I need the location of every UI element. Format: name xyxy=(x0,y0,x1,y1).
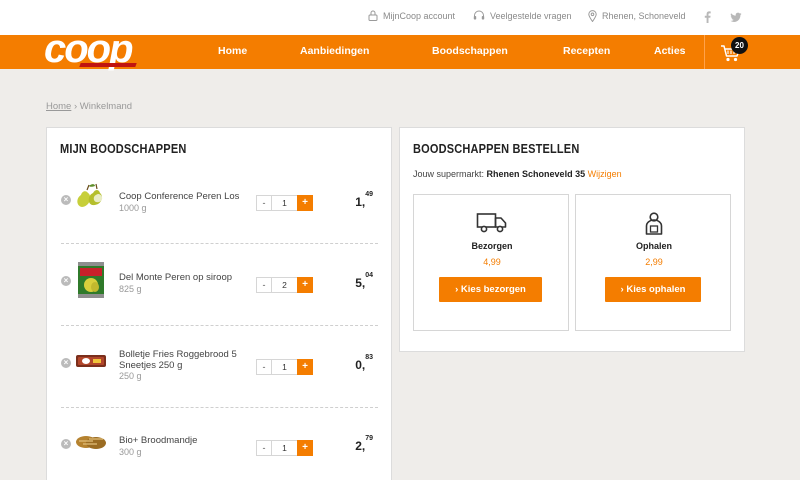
item-price: 2,79 xyxy=(355,435,373,455)
item-weight: 300 g xyxy=(119,447,142,457)
quantity-input[interactable]: 1 xyxy=(272,360,297,374)
decrease-button[interactable]: - xyxy=(257,360,272,374)
remove-item-icon[interactable]: × xyxy=(61,276,71,286)
delivery-option: Bezorgen 4,99 › Kies bezorgen xyxy=(413,194,569,331)
increase-button[interactable]: + xyxy=(297,195,313,211)
price-cents: 49 xyxy=(365,191,373,198)
price-cents: 04 xyxy=(365,272,373,279)
item-price: 5,04 xyxy=(355,272,373,292)
price-euro: 1, xyxy=(355,195,366,209)
cart-panel: MIJN BOODSCHAPPEN × Coop Conference Pere… xyxy=(46,127,392,480)
pickup-option: Ophalen 2,99 › Kies ophalen xyxy=(575,194,731,331)
item-price: 0,83 xyxy=(355,354,373,374)
logo-stripe xyxy=(79,63,137,67)
remove-item-icon[interactable]: × xyxy=(61,439,71,449)
decrease-button[interactable]: - xyxy=(257,441,272,455)
item-divider xyxy=(61,407,378,408)
faq-label: Veelgestelde vragen xyxy=(490,10,572,21)
faq-link[interactable]: Veelgestelde vragen xyxy=(473,10,572,21)
location-label: Rhenen, Schoneveld xyxy=(602,11,686,21)
quantity-input[interactable]: 1 xyxy=(272,441,297,455)
breadcrumb-separator: › xyxy=(73,101,78,112)
item-weight: 825 g xyxy=(119,284,142,294)
product-image-bread-basket xyxy=(74,432,108,457)
quantity-stepper: - 1 + xyxy=(256,195,313,211)
nav-recepten[interactable]: Recepten xyxy=(563,45,610,57)
truck-icon xyxy=(414,212,570,234)
remove-item-icon[interactable]: × xyxy=(61,358,71,368)
increase-button[interactable]: + xyxy=(297,359,313,375)
cart-title: MIJN BOODSCHAPPEN xyxy=(60,142,187,156)
quantity-input[interactable]: 2 xyxy=(272,278,297,292)
order-panel: BOODSCHAPPEN BESTELLEN Jouw supermarkt: … xyxy=(399,127,745,352)
lock-icon xyxy=(368,10,378,21)
breadcrumb-current: Winkelmand xyxy=(79,101,133,112)
breadcrumb-home[interactable]: Home xyxy=(46,101,71,112)
quantity-input[interactable]: 1 xyxy=(272,196,297,210)
nav-aanbiedingen[interactable]: Aanbiedingen xyxy=(300,45,369,57)
increase-button[interactable]: + xyxy=(297,440,313,456)
remove-item-icon[interactable]: × xyxy=(61,195,71,205)
quantity-stepper: - 1 + xyxy=(256,440,313,456)
decrease-button[interactable]: - xyxy=(257,196,272,210)
item-name[interactable]: Coop Conference Peren Los xyxy=(119,191,249,202)
item-name[interactable]: Bolletje Fries Roggebrood 5 Sneetjes 250… xyxy=(119,349,249,371)
store-name: Rhenen Schoneveld 35 xyxy=(486,169,586,179)
increase-button[interactable]: + xyxy=(297,277,313,293)
product-image-pears xyxy=(74,181,108,216)
headset-icon xyxy=(473,10,485,20)
item-weight: 1000 g xyxy=(119,203,147,213)
store-line: Jouw supermarkt: Rhenen Schoneveld 35 Wi… xyxy=(413,169,622,179)
quantity-stepper: - 1 + xyxy=(256,359,313,375)
pickup-person-icon xyxy=(576,212,732,236)
store-prefix: Jouw supermarkt: xyxy=(413,169,485,179)
delivery-price: 4,99 xyxy=(483,257,501,267)
price-cents: 79 xyxy=(365,435,373,442)
nav-home[interactable]: Home xyxy=(218,45,247,57)
price-cents: 83 xyxy=(365,354,373,361)
facebook-icon[interactable] xyxy=(704,10,711,28)
product-image-rye-bread xyxy=(74,351,108,376)
quantity-stepper: - 2 + xyxy=(256,277,313,293)
decrease-button[interactable]: - xyxy=(257,278,272,292)
cart-count-badge: 20 xyxy=(731,37,748,54)
nav-divider xyxy=(704,35,705,69)
twitter-icon[interactable] xyxy=(730,10,742,28)
choose-pickup-button[interactable]: › Kies ophalen xyxy=(605,277,701,302)
cart-item: × Bio+ Broodmandje 300 g - 1 + 2,79 xyxy=(47,419,393,480)
nav-acties[interactable]: Acties xyxy=(654,45,686,57)
price-euro: 0, xyxy=(355,358,366,372)
product-image-can xyxy=(74,260,108,305)
nav-boodschappen[interactable]: Boodschappen xyxy=(432,45,508,57)
item-name[interactable]: Bio+ Broodmandje xyxy=(119,435,249,446)
item-divider xyxy=(61,325,378,326)
delivery-label: Bezorgen xyxy=(471,241,513,251)
item-divider xyxy=(61,243,378,244)
order-title: BOODSCHAPPEN BESTELLEN xyxy=(413,142,580,156)
choose-delivery-button[interactable]: › Kies bezorgen xyxy=(439,277,542,302)
breadcrumb: Home › Winkelmand xyxy=(46,101,132,112)
item-name[interactable]: Del Monte Peren op siroop xyxy=(119,272,249,283)
change-store-link[interactable]: Wijzigen xyxy=(588,169,622,179)
item-weight: 250 g xyxy=(119,371,142,381)
location-pin-icon xyxy=(588,10,597,22)
pickup-price: 2,99 xyxy=(645,257,663,267)
location-link[interactable]: Rhenen, Schoneveld xyxy=(588,10,686,22)
price-euro: 5, xyxy=(355,276,366,290)
item-price: 1,49 xyxy=(355,191,373,211)
account-label: MijnCoop account xyxy=(383,10,456,21)
account-link[interactable]: MijnCoop account xyxy=(368,10,455,21)
price-euro: 2, xyxy=(355,439,366,453)
pickup-label: Ophalen xyxy=(635,241,672,251)
